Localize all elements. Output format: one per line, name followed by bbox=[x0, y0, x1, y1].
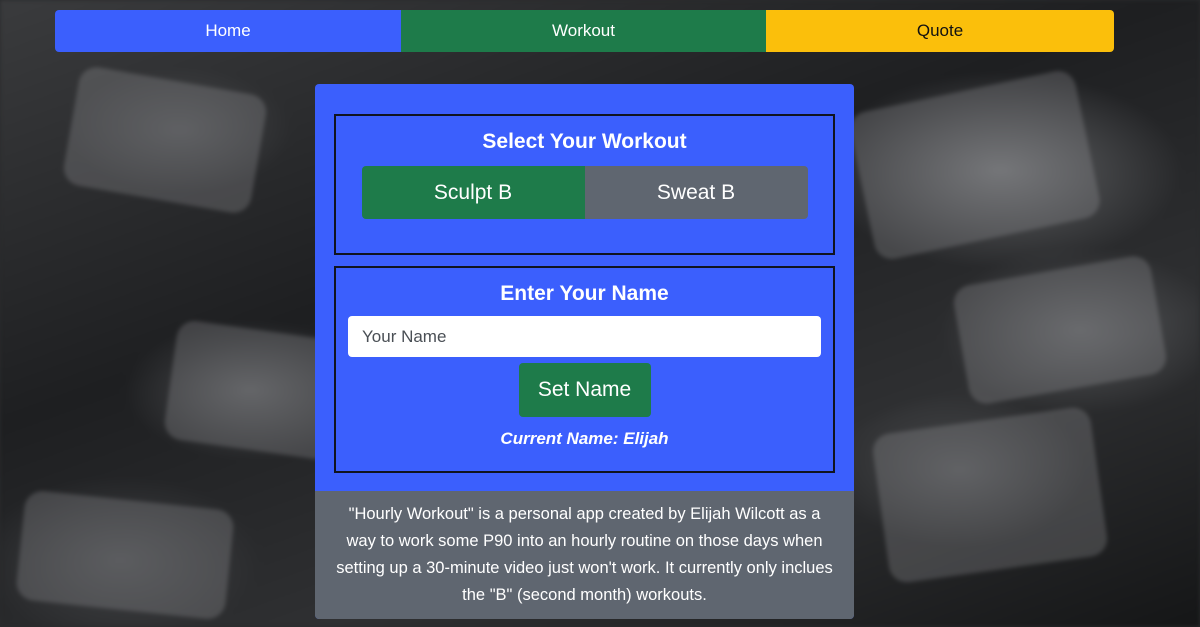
about-text: "Hourly Workout" is a personal app creat… bbox=[315, 491, 854, 619]
top-nav: Home Workout Quote bbox=[55, 10, 1114, 52]
set-name-button[interactable]: Set Name bbox=[518, 363, 651, 417]
main-card: Select Your Workout Sculpt B Sweat B Ent… bbox=[315, 84, 854, 619]
nav-home[interactable]: Home bbox=[55, 10, 401, 52]
nav-quote[interactable]: Quote bbox=[766, 10, 1114, 52]
workout-toggle: Sculpt B Sweat B bbox=[361, 166, 808, 219]
workout-select-section: Select Your Workout Sculpt B Sweat B bbox=[334, 114, 835, 255]
name-section: Enter Your Name Set Name Current Name: E… bbox=[334, 266, 835, 473]
nav-workout[interactable]: Workout bbox=[401, 10, 766, 52]
name-input[interactable] bbox=[348, 316, 821, 357]
workout-option-sweat-b[interactable]: Sweat B bbox=[584, 166, 808, 219]
name-section-title: Enter Your Name bbox=[500, 282, 669, 305]
current-name-label: Current Name: Elijah bbox=[500, 429, 669, 448]
workout-option-sculpt-b[interactable]: Sculpt B bbox=[361, 166, 585, 219]
workout-section-title: Select Your Workout bbox=[482, 130, 687, 153]
